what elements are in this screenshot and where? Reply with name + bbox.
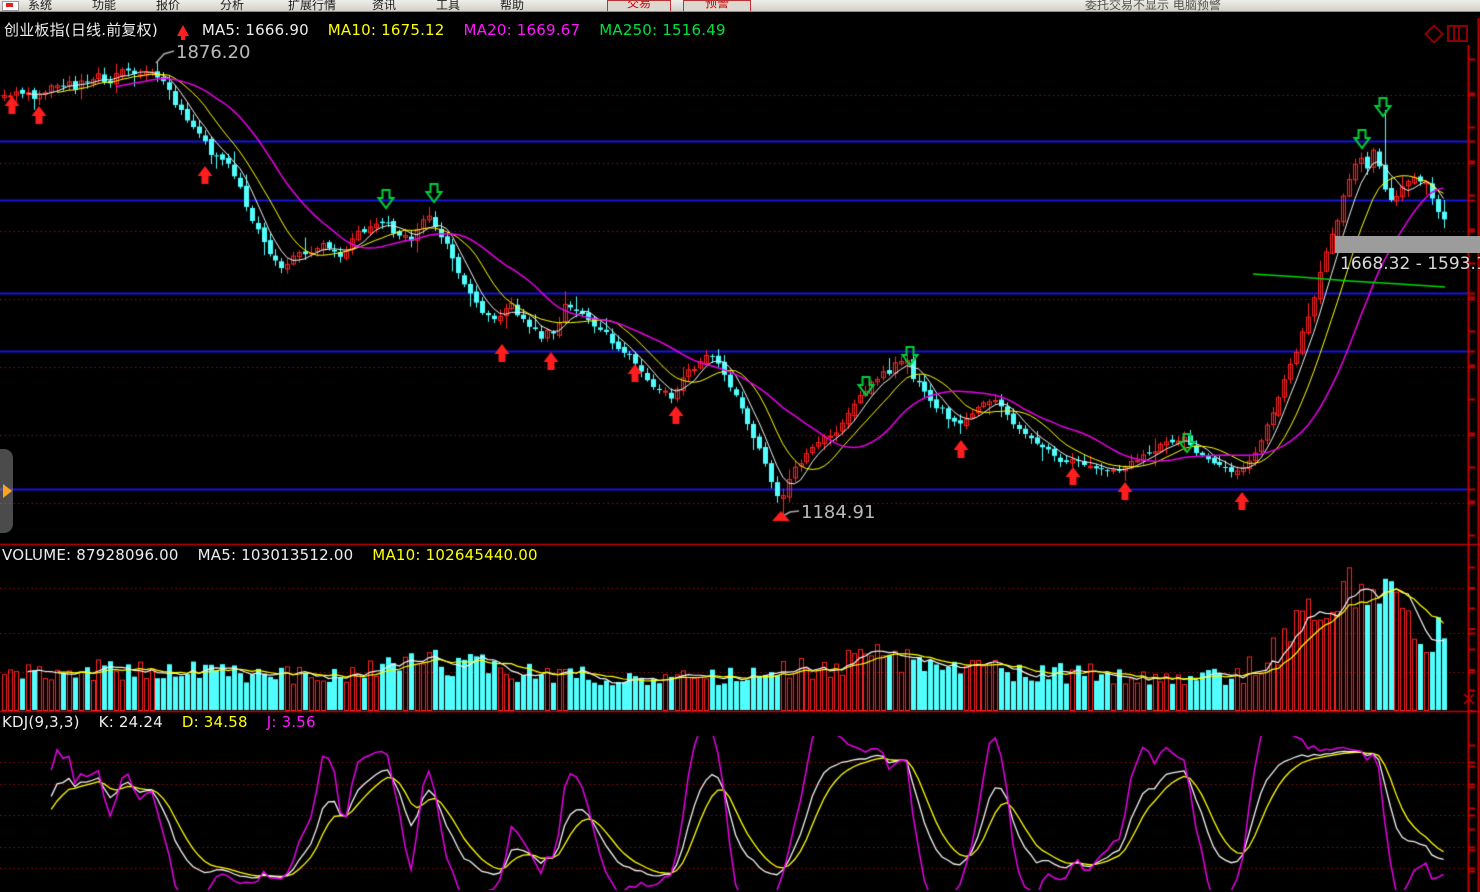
app-icon[interactable] — [2, 1, 19, 11]
menu-item-alert[interactable]: 预警 — [683, 0, 751, 12]
menu-bar: 系统 功能 报价 分析 扩展行情 资讯 工具 帮助 交易 预警 委托交易不显示 … — [0, 0, 1480, 12]
volume-value: VOLUME: 87928096.00 — [2, 546, 179, 564]
chart-canvas[interactable] — [0, 0, 1480, 892]
range-tooltip-text: 1668.32 - 1593.1 — [1340, 254, 1480, 274]
range-tooltip-box — [1335, 236, 1480, 253]
peak-price-annotation: 1876.20 — [176, 42, 250, 63]
trading-terminal: 系统 功能 报价 分析 扩展行情 资讯 工具 帮助 交易 预警 委托交易不显示 … — [0, 0, 1480, 892]
ma250-value: MA250: 1516.49 — [599, 21, 725, 39]
kdj-k-value: K: 24.24 — [99, 713, 163, 731]
menu-item-quotes[interactable]: 报价 — [156, 0, 180, 12]
symbol-title: 创业板指(日线.前复权) — [4, 21, 158, 39]
chevron-right-icon — [3, 484, 12, 498]
vol-ma5-value: MA5: 103013512.00 — [198, 546, 354, 564]
menu-right-text: 委托交易不显示 电脑预警 — [1085, 0, 1221, 12]
ma20-value: MA20: 1669.67 — [464, 21, 581, 39]
trend-up-icon — [177, 25, 189, 36]
menu-item-trade[interactable]: 交易 — [607, 0, 671, 12]
menu-item-tools[interactable]: 工具 — [436, 0, 460, 12]
ma5-value: MA5: 1666.90 — [202, 21, 309, 39]
split-panes-icon[interactable] — [1447, 25, 1468, 42]
menu-item-news[interactable]: 资讯 — [372, 0, 396, 12]
menu-item-help[interactable]: 帮助 — [500, 0, 524, 12]
kdj-header: KDJ(9,3,3) K: 24.24 D: 34.58 J: 3.56 — [2, 713, 330, 731]
kdj-name: KDJ(9,3,3) — [2, 713, 80, 731]
main-chart-header: 创业板指(日线.前复权) MA5: 1666.90 MA10: 1675.12 … — [4, 19, 740, 40]
menu-item-extended[interactable]: 扩展行情 — [288, 0, 336, 12]
menu-item-system[interactable]: 系统 — [28, 0, 52, 12]
sidebar-expander[interactable] — [0, 449, 13, 533]
vol-ma10-value: MA10: 102645440.00 — [372, 546, 537, 564]
ma10-value: MA10: 1675.12 — [328, 21, 445, 39]
menu-item-function[interactable]: 功能 — [92, 0, 116, 12]
menu-item-analysis[interactable]: 分析 — [220, 0, 244, 12]
volume-header: VOLUME: 87928096.00 MA5: 103013512.00 MA… — [2, 546, 552, 564]
kdj-d-value: D: 34.58 — [182, 713, 248, 731]
kdj-j-value: J: 3.56 — [267, 713, 316, 731]
trough-price-annotation: 1184.91 — [801, 502, 875, 523]
